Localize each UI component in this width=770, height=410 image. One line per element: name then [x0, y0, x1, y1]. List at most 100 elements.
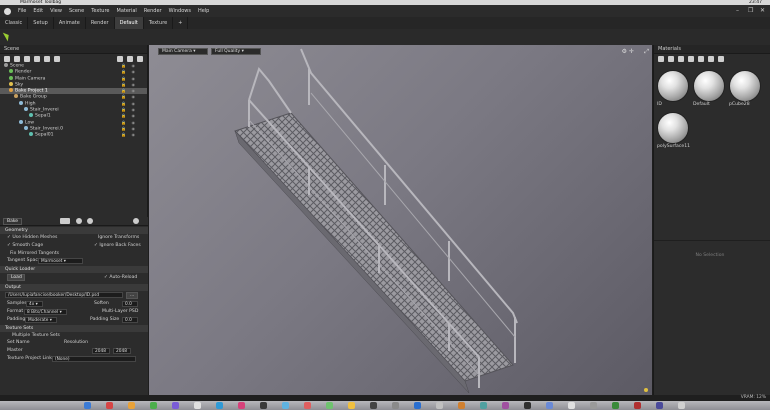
maximize-icon[interactable]: ❐ — [748, 7, 753, 14]
app-icon[interactable] — [392, 402, 399, 409]
help-icon[interactable] — [133, 218, 139, 224]
material-tile[interactable]: Default — [693, 70, 727, 107]
geometry-section[interactable]: Geometry — [0, 227, 148, 234]
add-material-icon[interactable] — [658, 55, 664, 62]
tab-add[interactable]: + — [173, 17, 189, 29]
app-icon[interactable] — [568, 402, 575, 409]
app-icon[interactable] — [612, 402, 619, 409]
app-icon[interactable] — [282, 402, 289, 409]
app-icon[interactable] — [590, 402, 597, 409]
menu-scene[interactable]: Scene — [69, 8, 84, 14]
folder-icon[interactable] — [117, 55, 123, 62]
tab-classic[interactable]: Classic — [0, 17, 29, 29]
texture-project-link-select[interactable]: (None) — [52, 355, 136, 362]
minimize-icon[interactable]: – — [736, 7, 739, 14]
app-icon[interactable] — [260, 402, 267, 409]
mesh-icon[interactable] — [34, 55, 40, 62]
close-icon[interactable]: ✕ — [760, 7, 765, 14]
add-object-icon[interactable] — [4, 55, 10, 62]
padding-select[interactable]: Moderate ▾ — [25, 316, 57, 323]
app-icon[interactable] — [150, 402, 157, 409]
output-section[interactable]: Output — [0, 284, 148, 292]
app-icon[interactable] — [370, 402, 377, 409]
finder-icon[interactable] — [84, 402, 91, 409]
bake-preview-icon[interactable] — [76, 218, 82, 224]
light-icon[interactable] — [14, 55, 20, 62]
bake-info-icon[interactable] — [87, 218, 93, 224]
material-folder-icon[interactable] — [688, 55, 694, 62]
multiple-texture-sets-checkbox[interactable]: Multiple Texture Sets — [12, 333, 60, 338]
app-icon[interactable] — [304, 402, 311, 409]
tab-default[interactable]: Default — [114, 17, 144, 29]
delete-icon[interactable] — [137, 55, 143, 62]
tab-texture[interactable]: Texture — [144, 17, 174, 29]
use-hidden-meshes-checkbox[interactable]: ✓ Use Hidden Meshes — [7, 235, 57, 240]
app-icon[interactable] — [458, 402, 465, 409]
tab-setup[interactable]: Setup — [28, 17, 54, 29]
app-icon[interactable] — [524, 402, 531, 409]
menu-render[interactable]: Render — [144, 8, 162, 14]
format-select[interactable]: 8 Bits/Channel ▾ — [24, 308, 67, 315]
menu-texture[interactable]: Texture — [91, 8, 109, 14]
app-icon[interactable] — [194, 402, 201, 409]
app-icon[interactable] — [634, 402, 641, 409]
ignore-transforms-checkbox[interactable]: Ignore Transforms — [98, 234, 139, 242]
ignore-back-faces-checkbox[interactable]: ✓ Ignore Back Faces — [94, 242, 141, 250]
bake-icon[interactable] — [54, 55, 60, 62]
select-tool-icon[interactable] — [2, 30, 12, 42]
bake-output-icon[interactable] — [60, 218, 70, 224]
material-tile[interactable]: pCube28 — [729, 70, 763, 107]
app-icon[interactable] — [106, 402, 113, 409]
smooth-cage-checkbox[interactable]: ✓ Smooth Cage — [7, 243, 43, 248]
auto-reload-checkbox[interactable]: ✓ Auto-Reload — [104, 274, 137, 282]
padding-size-field[interactable]: 0.0 — [122, 316, 138, 323]
fix-mirrored-tangents-checkbox[interactable]: Fix Mirrored Tangents — [10, 251, 59, 256]
material-tile[interactable]: polySurface11 — [657, 112, 691, 149]
browse-button[interactable]: ... — [126, 292, 138, 300]
app-icon[interactable] — [414, 402, 421, 409]
app-icon[interactable] — [656, 402, 663, 409]
menu-edit[interactable]: Edit — [33, 8, 43, 14]
texture-sets-section[interactable]: Texture Sets — [0, 324, 148, 332]
menu-file[interactable]: File — [18, 8, 26, 14]
app-icon[interactable] — [172, 402, 179, 409]
viewport[interactable]: Main Camera ▾ Full Quality ▾ ⚙ ✛ ⤢ — [149, 45, 652, 395]
app-icon[interactable] — [502, 402, 509, 409]
menu-windows[interactable]: Windows — [169, 8, 191, 14]
app-icon[interactable] — [480, 402, 487, 409]
output-path-field[interactable]: /Users/lupiafancise/booker/Desktop/ID.ps… — [5, 292, 123, 299]
multilayer-psd-checkbox[interactable]: Multi-Layer PSD — [102, 308, 138, 316]
app-icon[interactable] — [238, 402, 245, 409]
delete-material-icon[interactable] — [698, 55, 704, 62]
tangent-space-select[interactable]: Marmoset ▾ — [38, 258, 83, 265]
app-icon[interactable] — [326, 402, 333, 409]
duplicate-icon[interactable] — [127, 55, 133, 62]
material-settings-icon[interactable] — [708, 55, 714, 62]
duplicate-material-icon[interactable] — [678, 55, 684, 62]
app-icon[interactable] — [128, 402, 135, 409]
material-library-icon[interactable] — [668, 55, 674, 62]
quick-loader-section[interactable]: Quick Loader — [0, 266, 148, 274]
trash-icon[interactable] — [678, 402, 685, 409]
tab-animate[interactable]: Animate — [54, 17, 86, 29]
scene-tree-item[interactable]: Sepal01 🔒 ◉ — [0, 132, 147, 138]
material-sphere-icon[interactable] — [718, 55, 724, 62]
camera-icon[interactable] — [24, 55, 30, 62]
tab-render[interactable]: Render — [86, 17, 115, 29]
group-icon[interactable] — [44, 55, 50, 62]
menu-help[interactable]: Help — [198, 8, 209, 14]
menu-material[interactable]: Material — [117, 8, 137, 14]
load-button[interactable]: Load — [7, 274, 25, 282]
resolution-width-field[interactable]: 2048 — [92, 348, 110, 355]
app-icon[interactable] — [436, 402, 443, 409]
material-tile[interactable]: ID — [657, 70, 691, 107]
app-icon[interactable] — [348, 402, 355, 409]
menu-view[interactable]: View — [50, 8, 62, 14]
lock-visibility-icon[interactable]: 🔒 ◉ — [121, 132, 137, 138]
app-icon[interactable] — [546, 402, 553, 409]
resolution-height-field[interactable]: 2048 — [113, 348, 131, 355]
bake-title[interactable]: Bake — [3, 218, 23, 225]
samples-select[interactable]: 4x ▾ — [26, 301, 43, 308]
soften-field[interactable]: 0.0 — [122, 301, 138, 308]
app-icon[interactable] — [216, 402, 223, 409]
